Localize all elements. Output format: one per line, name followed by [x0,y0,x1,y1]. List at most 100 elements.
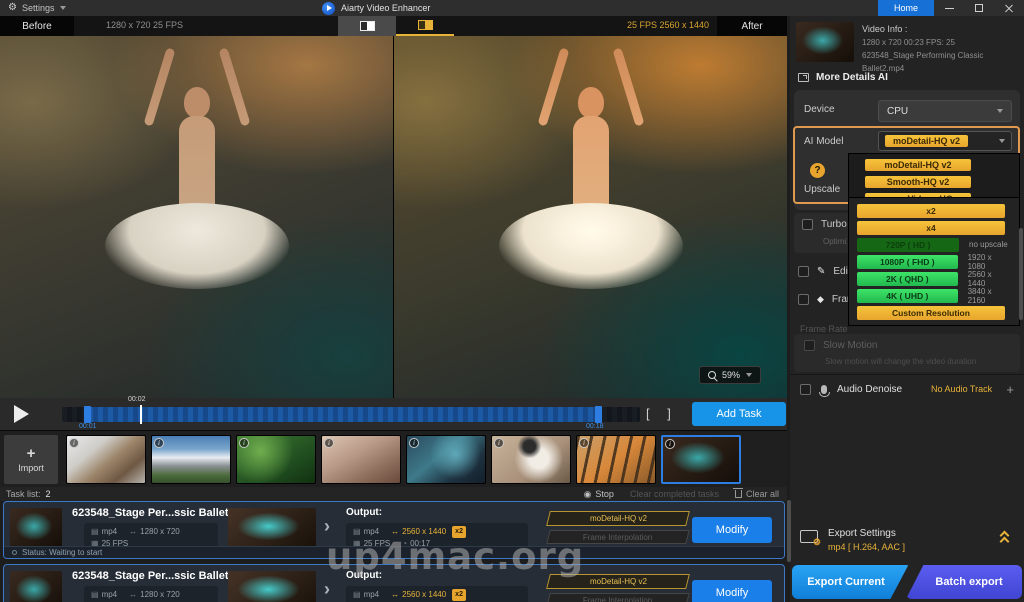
task-source-thumbnail [10,508,62,548]
audio-track-status: No Audio Track [931,384,992,394]
resolution-icon: ↔ [129,589,137,601]
upscale-option-2k[interactable]: 2K ( QHD )2560 x 1440 [857,271,1011,286]
trim-brackets-icon[interactable]: [ ] [646,406,678,421]
home-button[interactable]: Home [878,0,934,16]
media-thumbnail-mountains[interactable]: i [151,435,231,484]
trim-start-handle[interactable] [84,406,91,423]
clear-all-button[interactable]: Clear all [735,489,779,499]
trim-end-handle[interactable] [595,406,602,423]
task-source-specs: ▤mp4 ↔1280 x 720 ▦25 FPS [84,586,218,602]
upscale-option-1080p[interactable]: 1080P ( FHD )1920 x 1080 [857,254,1011,269]
chevron-down-icon [746,373,752,377]
play-button[interactable] [14,405,29,423]
zoom-level-value: 59% [722,370,740,380]
video-info-thumbnail [796,22,854,62]
media-thumbnail-snow-dog[interactable]: i [66,435,146,484]
video-info-block: Video Info : 1280 x 720 00:23 FPS: 25 62… [862,23,1024,75]
add-audio-button[interactable]: + [1006,382,1014,397]
turbo-checkbox-row[interactable]: Turbo [802,219,847,230]
turbo-checkbox[interactable] [802,219,813,230]
upscale-option-x2[interactable]: x2 [857,203,1011,218]
timeline-track[interactable]: 00:02 00:01 00:18 [62,407,640,422]
task-list-header: Task list: 2 ◉ Stop Clear completed task… [0,487,787,501]
info-icon[interactable]: i [69,438,79,448]
info-icon[interactable]: i [239,438,249,448]
frame-interpolation-checkbox-row[interactable]: ◆ Frame Interpolation [798,294,852,305]
batch-export-button[interactable]: Batch export [906,565,1022,599]
edit-checkbox[interactable] [798,266,809,277]
resolution-icon: ↔ [391,589,399,601]
tab-after[interactable]: After [717,16,787,36]
media-thumbnail-ballet-dancer[interactable]: i [661,435,741,484]
preview-area: Before 1280 x 720 25 FPS 25 FPS 2560 x 1… [0,16,787,398]
slow-motion-checkbox[interactable] [804,340,815,351]
playhead[interactable] [140,405,142,424]
upscale-option-custom[interactable]: Custom Resolution [857,305,1011,320]
clear-completed-button[interactable]: Clear completed tasks [630,489,719,499]
media-thumbnail-woman-bath[interactable]: i [321,435,401,484]
frame-checkbox[interactable] [798,294,809,305]
pencil-icon: ✎ [817,266,825,277]
split-view-toggle[interactable] [338,16,396,36]
settings-menu[interactable]: ⚙ Settings [8,0,66,16]
import-button[interactable]: + Import [4,435,58,484]
chevron-down-icon [999,139,1005,143]
task-list-count: Task list: 2 [6,489,51,499]
app-title-area: Aiarty Video Enhancer [322,0,430,16]
info-icon[interactable]: i [154,438,164,448]
info-icon[interactable]: i [494,438,504,448]
info-icon[interactable]: i [409,438,419,448]
chevron-down-icon [60,6,66,10]
side-by-side-toggle[interactable] [396,16,454,36]
info-icon[interactable]: i [324,438,334,448]
ai-model-label: AI Model [804,136,843,147]
edit-checkbox-row[interactable]: ✎ Edit [798,266,851,277]
audio-denoise-checkbox[interactable] [800,384,811,395]
device-label: Device [804,104,835,115]
timeline-selection [88,407,600,422]
upscale-dropdown: x2 x4 720P ( HD )no upscale 1080P ( FHD … [848,197,1020,326]
help-icon[interactable]: ? [810,163,825,178]
settings-label: Settings [22,3,55,13]
export-current-button[interactable]: Export Current [792,565,912,599]
add-task-button[interactable]: Add Task [692,402,786,426]
info-icon[interactable]: i [665,439,675,449]
export-settings-block[interactable]: ⚙ Export Settings mp4 [ H.264, AAC ] [790,526,1024,562]
sidebar-scrollbar[interactable] [1019,228,1023,320]
media-thumbnail-cat[interactable]: i [491,435,571,484]
timeline-bar: 00:02 00:01 00:18 [ ] Add Task [0,398,787,430]
tab-before[interactable]: Before [0,16,74,36]
zoom-level-control[interactable]: 59% [699,366,761,384]
stop-button[interactable]: ◉ Stop [584,489,614,499]
format-icon: ▤ [91,526,99,538]
ai-model-option[interactable]: Smooth-HQ v2 [849,173,1019,190]
media-strip: + Import i i i i i i i i [0,430,787,487]
maximize-button[interactable] [964,0,994,16]
device-select[interactable]: CPU [878,100,1012,122]
modify-button[interactable]: Modify [692,580,772,602]
task-preview-thumbnail [228,571,316,602]
before-image [0,36,393,398]
slow-motion-checkbox-row[interactable]: Slow Motion [804,340,877,351]
media-thumbnail-plants[interactable]: i [236,435,316,484]
minimize-icon [945,8,954,9]
media-thumbnail-train[interactable]: i [406,435,486,484]
upscale-option-4k[interactable]: 4K ( UHD )3840 x 2160 [857,288,1011,303]
info-icon[interactable]: i [579,438,589,448]
close-button[interactable] [994,0,1024,16]
upscale-option-x4[interactable]: x4 [857,220,1011,235]
upscale-option-720p[interactable]: 720P ( HD )no upscale [857,237,1011,252]
gear-icon: ⚙ [8,3,17,13]
ai-model-option[interactable]: moDetail-HQ v2 [849,156,1019,173]
minimize-button[interactable] [934,0,964,16]
ai-model-select[interactable]: moDetail-HQ v2 [878,131,1012,151]
close-icon [1004,3,1014,13]
task-list-scrollbar[interactable] [787,500,791,562]
format-icon: ▤ [353,589,361,601]
media-thumbnail-tiger[interactable]: i [576,435,656,484]
modify-button[interactable]: Modify [692,517,772,543]
collapse-chevrons-icon[interactable] [1000,532,1010,544]
turbo-subtext: Optimized [823,237,847,246]
compare-mode-toggles [338,16,454,36]
diamond-icon: ◆ [817,294,824,305]
